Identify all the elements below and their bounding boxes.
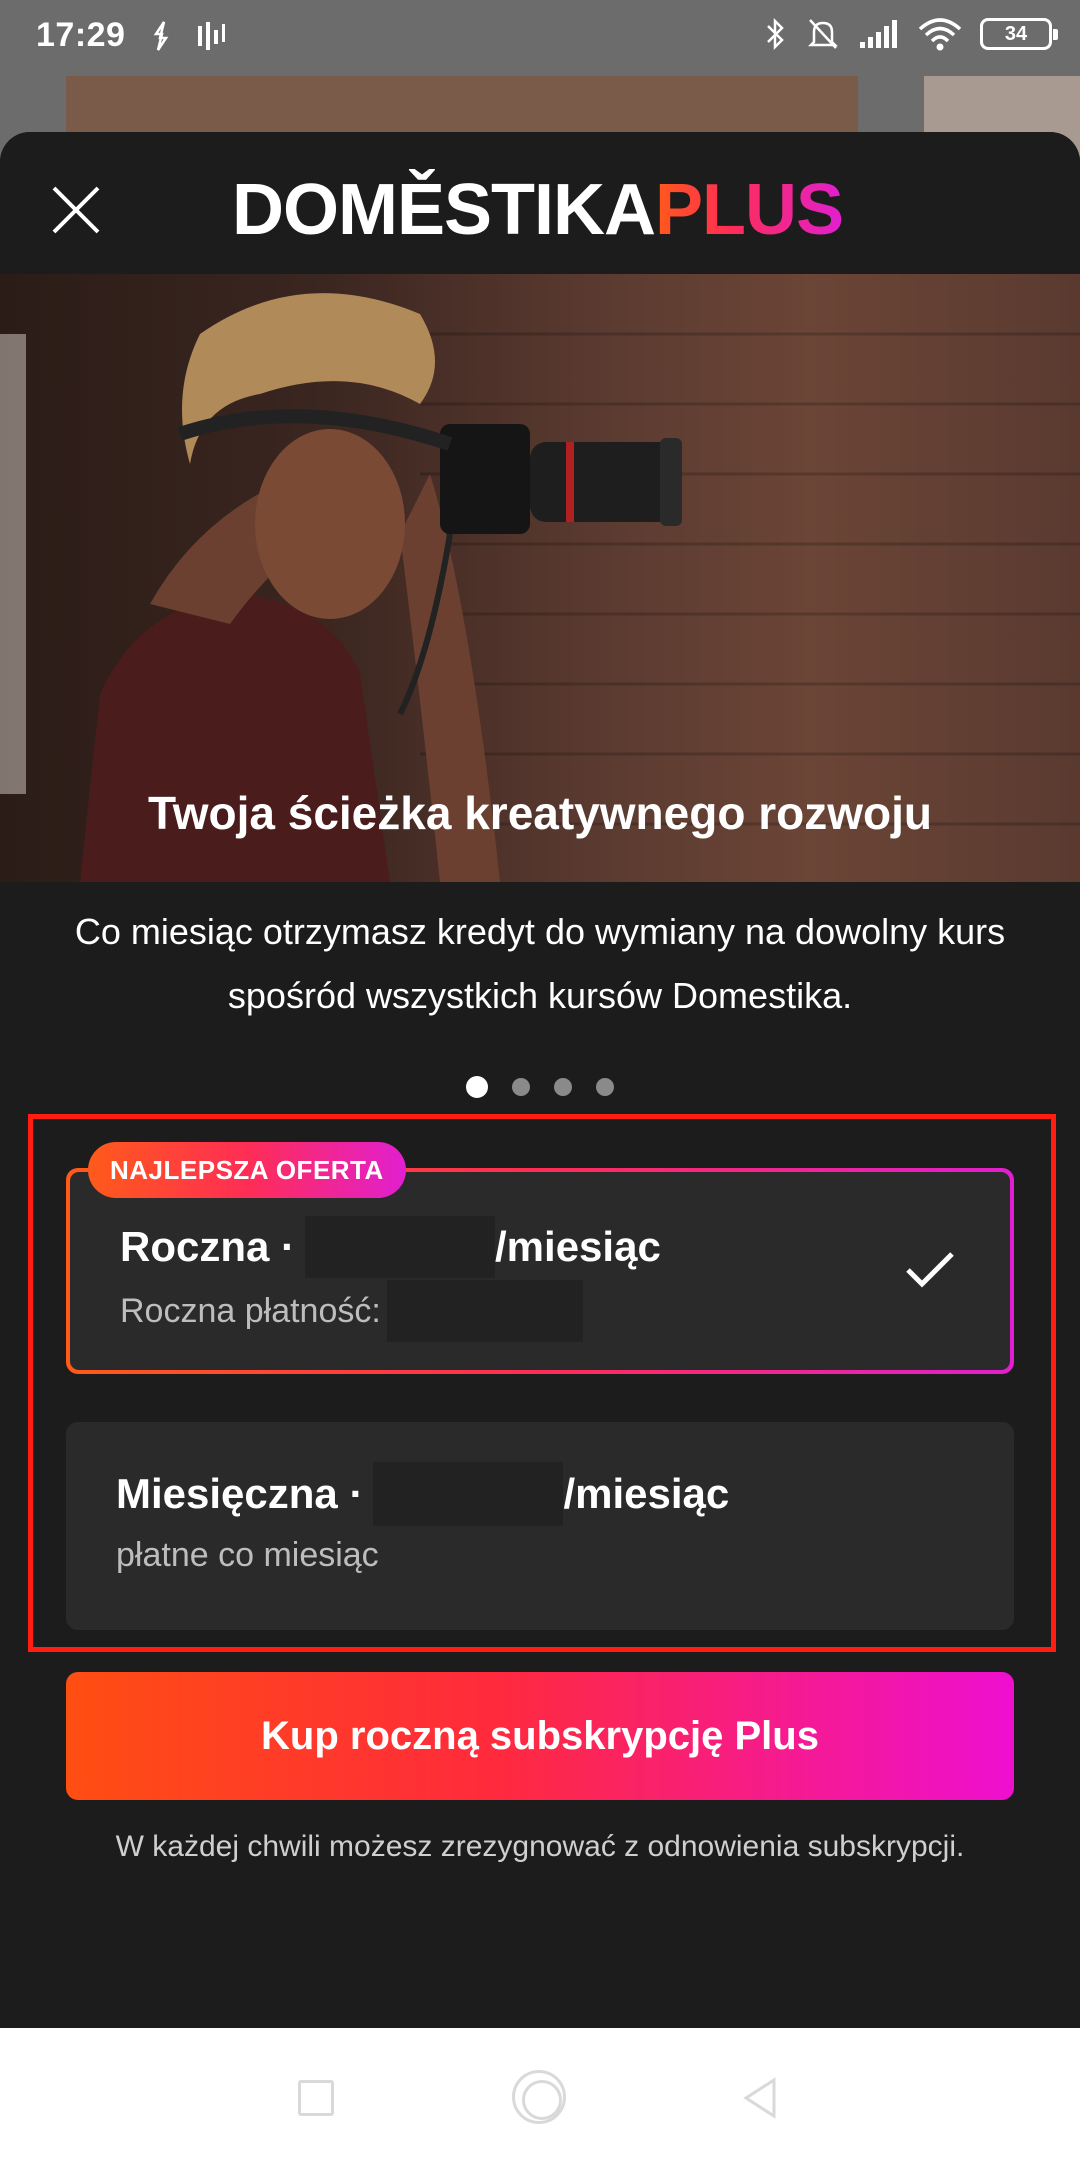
battery-level: 34 <box>1004 22 1028 45</box>
plan-annual-billing-row: Roczna płatność: <box>120 1280 583 1342</box>
check-icon <box>906 1252 954 1288</box>
wifi-icon <box>918 18 962 51</box>
carousel-dot-2[interactable] <box>512 1078 530 1096</box>
plan-annual-name: Roczna · <box>120 1223 296 1270</box>
cancel-note: W każdej chwili możesz zrezygnować z odn… <box>115 1830 965 1863</box>
plan-annual-billing-label: Roczna płatność: <box>120 1291 381 1330</box>
best-offer-badge: NAJLEPSZA OFERTA <box>88 1142 406 1198</box>
status-time: 17:29 <box>36 16 126 54</box>
plan-annual-card: Roczna · /miesiąc Roczna płatność: <box>70 1172 1010 1370</box>
plan-option-annual[interactable]: Roczna · /miesiąc Roczna płatność: <box>66 1168 1014 1374</box>
screen: 17:29 34 DOMĚSTIKA PLUS Twoja ścieżka kr… <box>0 0 1080 2160</box>
plan-monthly-billing-label: płatne co miesiąc <box>116 1536 379 1574</box>
carousel-dot-3[interactable] <box>554 1078 572 1096</box>
signal-icon <box>860 20 897 48</box>
price-redacted <box>373 1462 564 1526</box>
bell-off-icon <box>807 19 839 49</box>
domestika-plus-logo: DOMĚSTIKA PLUS <box>232 170 844 250</box>
battery-icon: 34 <box>980 18 1058 50</box>
audio-bars-icon <box>198 22 225 50</box>
carousel-dots <box>0 1076 1080 1098</box>
close-icon[interactable] <box>48 182 104 238</box>
plan-monthly-title-row: Miesięczna · /miesiąc <box>116 1462 729 1526</box>
carousel-dot-1[interactable] <box>466 1076 488 1098</box>
sheet-header: DOMĚSTIKA PLUS <box>0 132 1080 274</box>
navigation-bar <box>0 2028 1080 2160</box>
status-bar: 17:29 34 <box>0 0 1080 76</box>
carousel-dot-4[interactable] <box>596 1078 614 1096</box>
home-icon[interactable] <box>512 2070 566 2124</box>
feature-title: Twoja ścieżka kreatywnego rozwoju <box>148 787 932 839</box>
price-redacted <box>305 1216 496 1278</box>
buy-subscription-button[interactable]: Kup roczną subskrypcję Plus <box>66 1672 1014 1800</box>
plan-option-monthly[interactable]: Miesięczna · /miesiąc płatne co miesiąc <box>66 1422 1014 1630</box>
price-redacted <box>386 1280 583 1342</box>
plan-monthly-name: Miesięczna · <box>116 1470 364 1517</box>
logo-plus-text: PLUS <box>655 170 844 250</box>
recent-apps-icon[interactable] <box>298 2080 334 2116</box>
bluetooth-icon <box>767 17 784 51</box>
status-right-icons: 34 <box>764 16 1058 52</box>
plan-annual-suffix: /miesiąc <box>495 1223 661 1270</box>
feature-description: Co miesiąc otrzymasz kredyt do wymiany n… <box>74 911 1006 1016</box>
plan-monthly-suffix: /miesiąc <box>563 1470 730 1517</box>
status-left-icons <box>150 20 226 52</box>
plan-annual-title-row: Roczna · /miesiąc <box>120 1216 661 1278</box>
back-icon[interactable] <box>740 2076 780 2120</box>
logo-main-text: DOMĚSTIKA <box>232 170 656 250</box>
sync-icon <box>153 21 169 51</box>
